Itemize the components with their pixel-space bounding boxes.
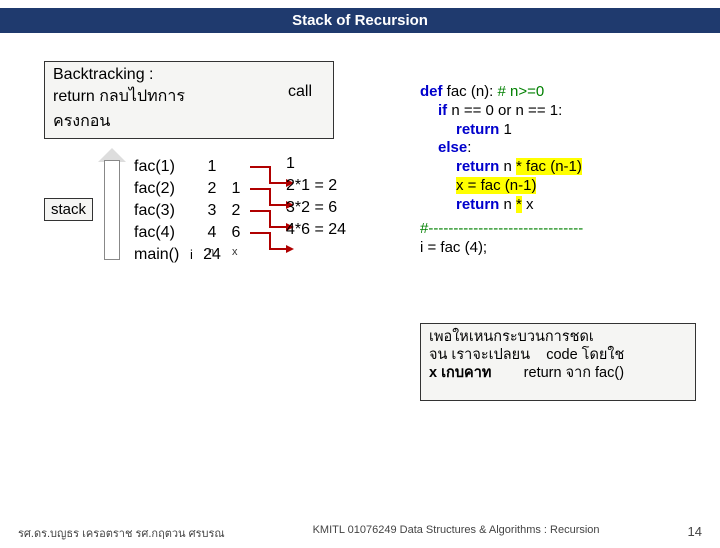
code-line: return n * fac (n-1) <box>420 158 698 177</box>
code-block: def fac (n): # n>=0 if n == 0 or n == 1:… <box>420 83 698 258</box>
result-row: 1 <box>286 155 346 177</box>
frame-name: fac(4) <box>134 224 190 242</box>
frame-x: 2 <box>224 202 248 220</box>
stack-row: fac(3) 3 2 <box>134 202 248 224</box>
code-separator: #------------------------------- <box>420 220 698 239</box>
result-row: 3*2 = 6 <box>286 199 346 221</box>
backtrack-heading: Backtracking : <box>53 66 325 84</box>
frame-x: 6 <box>224 224 248 242</box>
stack-row: main() i 24 <box>134 246 248 268</box>
explain-line: เพอใหเหนกระบวนการชดเ <box>429 328 687 346</box>
result-list: 1 2*1 = 2 3*2 = 6 4*6 = 24 <box>286 155 346 243</box>
frame-i: i <box>190 247 200 262</box>
code-line: if n == 0 or n == 1: <box>420 102 698 121</box>
explanation-box: เพอใหเหนกระบวนการชดเ จน เราจะเปลยน code … <box>420 323 696 401</box>
code-line: x = fac (n-1) <box>420 177 698 196</box>
frame-name: main() <box>134 246 190 264</box>
col-label-x: x <box>232 246 238 258</box>
stack-row: fac(4) 4 6 <box>134 224 248 246</box>
backtrack-text-1: return กลบไปทการ <box>53 84 325 109</box>
code-line: return n * x <box>420 196 698 215</box>
frame-name: fac(2) <box>134 180 190 198</box>
result-row: 2*1 = 2 <box>286 177 346 199</box>
frame-name: fac(1) <box>134 158 190 176</box>
slide-body: Backtracking : return กลบไปทการ ครงกอน c… <box>0 33 720 493</box>
stack-table: fac(1) 1 fac(2) 2 1 fac(3) 3 2 fac(4) 4 <box>134 158 248 268</box>
footer: รศ.ดร.บญธร เครอตราช รศ.กฤตวน ศรบรณ KMITL… <box>0 524 720 542</box>
frame-name: fac(3) <box>134 202 190 220</box>
explain-line: จน เราจะเปลยน code โดยใช <box>429 346 687 364</box>
stack-label: stack <box>44 198 93 221</box>
footer-page-number: 14 <box>688 524 702 542</box>
slide-title: Stack of Recursion <box>0 8 720 33</box>
backtrack-text-2: ครงกอน <box>53 109 325 134</box>
result-row: 4*6 = 24 <box>286 221 346 243</box>
footer-authors: รศ.ดร.บญธร เครอตราช รศ.กฤตวน ศรบรณ <box>18 524 225 542</box>
call-label: call <box>288 83 312 101</box>
backtrack-return: return กลบไปทการ <box>53 88 185 105</box>
frame-n: 2 <box>200 180 224 198</box>
explain-line: x เกบคาท return จาก fac() <box>429 364 687 382</box>
frame-x: 1 <box>224 180 248 198</box>
code-line: else: <box>420 139 698 158</box>
up-arrow-icon <box>98 150 126 265</box>
footer-course: KMITL 01076249 Data Structures & Algorit… <box>313 524 600 542</box>
frame-n: 4 <box>200 224 224 242</box>
code-line: def fac (n): # n>=0 <box>420 83 698 102</box>
frame-n: 1 <box>200 158 224 176</box>
stack-row: fac(2) 2 1 <box>134 180 248 202</box>
return-arrows-icon <box>250 155 284 251</box>
code-line: return 1 <box>420 121 698 140</box>
code-call: i = fac (4); <box>420 239 698 258</box>
stack-row: fac(1) 1 <box>134 158 248 180</box>
col-label-n: n <box>208 246 214 258</box>
frame-n: 3 <box>200 202 224 220</box>
